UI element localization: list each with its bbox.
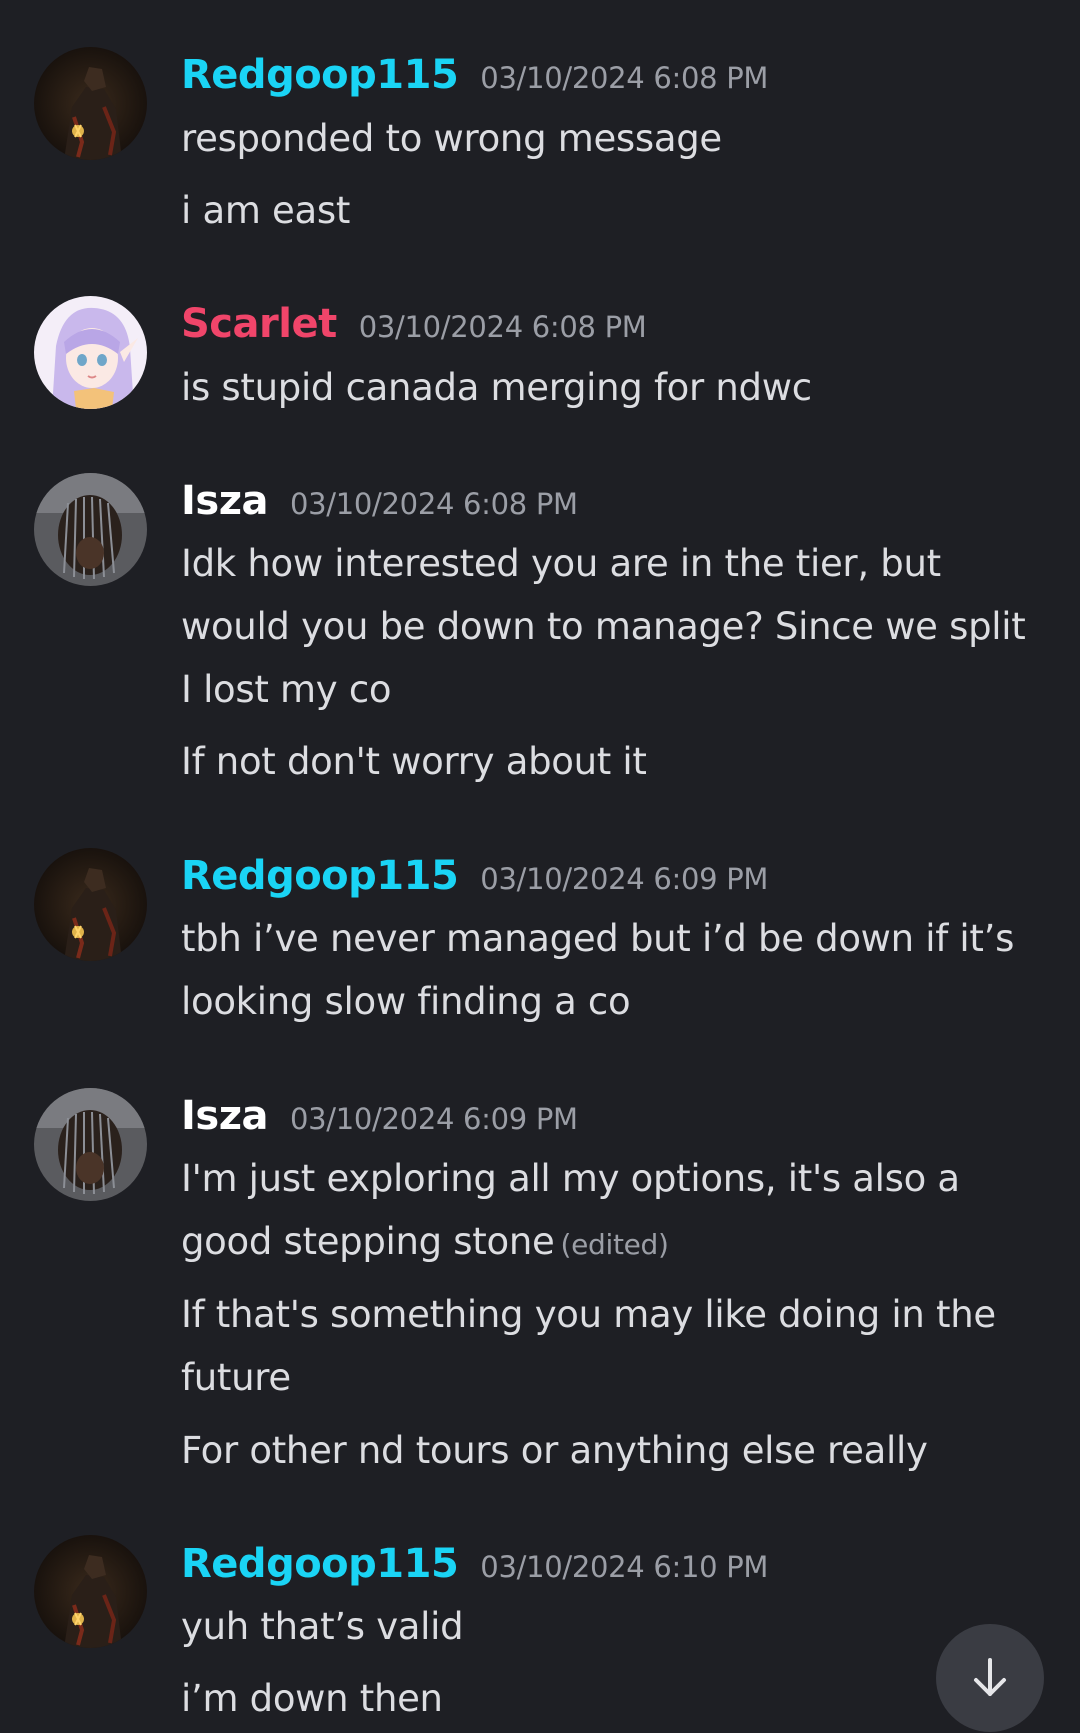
username[interactable]: Redgoop115 bbox=[181, 1541, 459, 1587]
username[interactable]: Scarlet bbox=[181, 301, 337, 347]
timestamp: 03/10/2024 6:10 PM bbox=[480, 1550, 769, 1584]
avatar[interactable] bbox=[34, 1535, 147, 1648]
message-text[interactable]: i am east bbox=[181, 179, 1041, 242]
username[interactable]: Redgoop115 bbox=[181, 853, 459, 899]
dark-knight-avatar-icon bbox=[34, 848, 147, 961]
braids-avatar-icon bbox=[34, 473, 147, 586]
message-header: Redgoop115 03/10/2024 6:09 PM bbox=[181, 853, 768, 899]
message-text[interactable]: yuh that’s valid bbox=[181, 1595, 1041, 1658]
timestamp: 03/10/2024 6:09 PM bbox=[480, 862, 769, 896]
timestamp: 03/10/2024 6:09 PM bbox=[289, 1102, 578, 1136]
avatar[interactable] bbox=[34, 848, 147, 961]
message-text[interactable]: For other nd tours or anything else real… bbox=[181, 1419, 1041, 1482]
message-header: Scarlet 03/10/2024 6:08 PM bbox=[181, 301, 647, 347]
message-text[interactable]: I'm just exploring all my options, it's … bbox=[181, 1147, 1041, 1276]
message-header: Redgoop115 03/10/2024 6:10 PM bbox=[181, 1541, 768, 1587]
avatar[interactable] bbox=[34, 1088, 147, 1201]
edited-label: (edited) bbox=[560, 1228, 669, 1261]
message-text[interactable]: If that's something you may like doing i… bbox=[181, 1283, 1041, 1409]
chat-message-list[interactable]: Redgoop115 03/10/2024 6:08 PM responded t… bbox=[0, 0, 1080, 1733]
message-header: Isza 03/10/2024 6:08 PM bbox=[181, 478, 578, 524]
timestamp: 03/10/2024 6:08 PM bbox=[480, 61, 769, 95]
arrow-down-icon bbox=[974, 1658, 1006, 1696]
timestamp: 03/10/2024 6:08 PM bbox=[358, 310, 647, 344]
username[interactable]: Redgoop115 bbox=[181, 52, 459, 98]
message-header: Isza 03/10/2024 6:09 PM bbox=[181, 1093, 578, 1139]
message-header: Redgoop115 03/10/2024 6:08 PM bbox=[181, 52, 768, 98]
message-text[interactable]: If not don't worry about it bbox=[181, 730, 1041, 793]
braids-avatar-icon bbox=[34, 1088, 147, 1201]
avatar[interactable] bbox=[34, 47, 147, 160]
message-text[interactable]: Idk how interested you are in the tier, … bbox=[181, 532, 1041, 721]
avatar[interactable] bbox=[34, 473, 147, 586]
timestamp: 03/10/2024 6:08 PM bbox=[289, 487, 578, 521]
dark-knight-avatar-icon bbox=[34, 47, 147, 160]
scroll-to-bottom-button[interactable] bbox=[936, 1624, 1044, 1732]
message-text[interactable]: i’m down then bbox=[181, 1667, 1041, 1730]
username[interactable]: Isza bbox=[181, 478, 268, 524]
message-text[interactable]: tbh i’ve never managed but i’d be down i… bbox=[181, 907, 1041, 1033]
username[interactable]: Isza bbox=[181, 1093, 268, 1139]
message-text[interactable]: responded to wrong message bbox=[181, 107, 1041, 170]
dark-knight-avatar-icon bbox=[34, 1535, 147, 1648]
anime-elf-avatar-icon bbox=[34, 296, 147, 409]
avatar[interactable] bbox=[34, 296, 147, 409]
message-text[interactable]: is stupid canada merging for ndwc bbox=[181, 356, 1041, 419]
